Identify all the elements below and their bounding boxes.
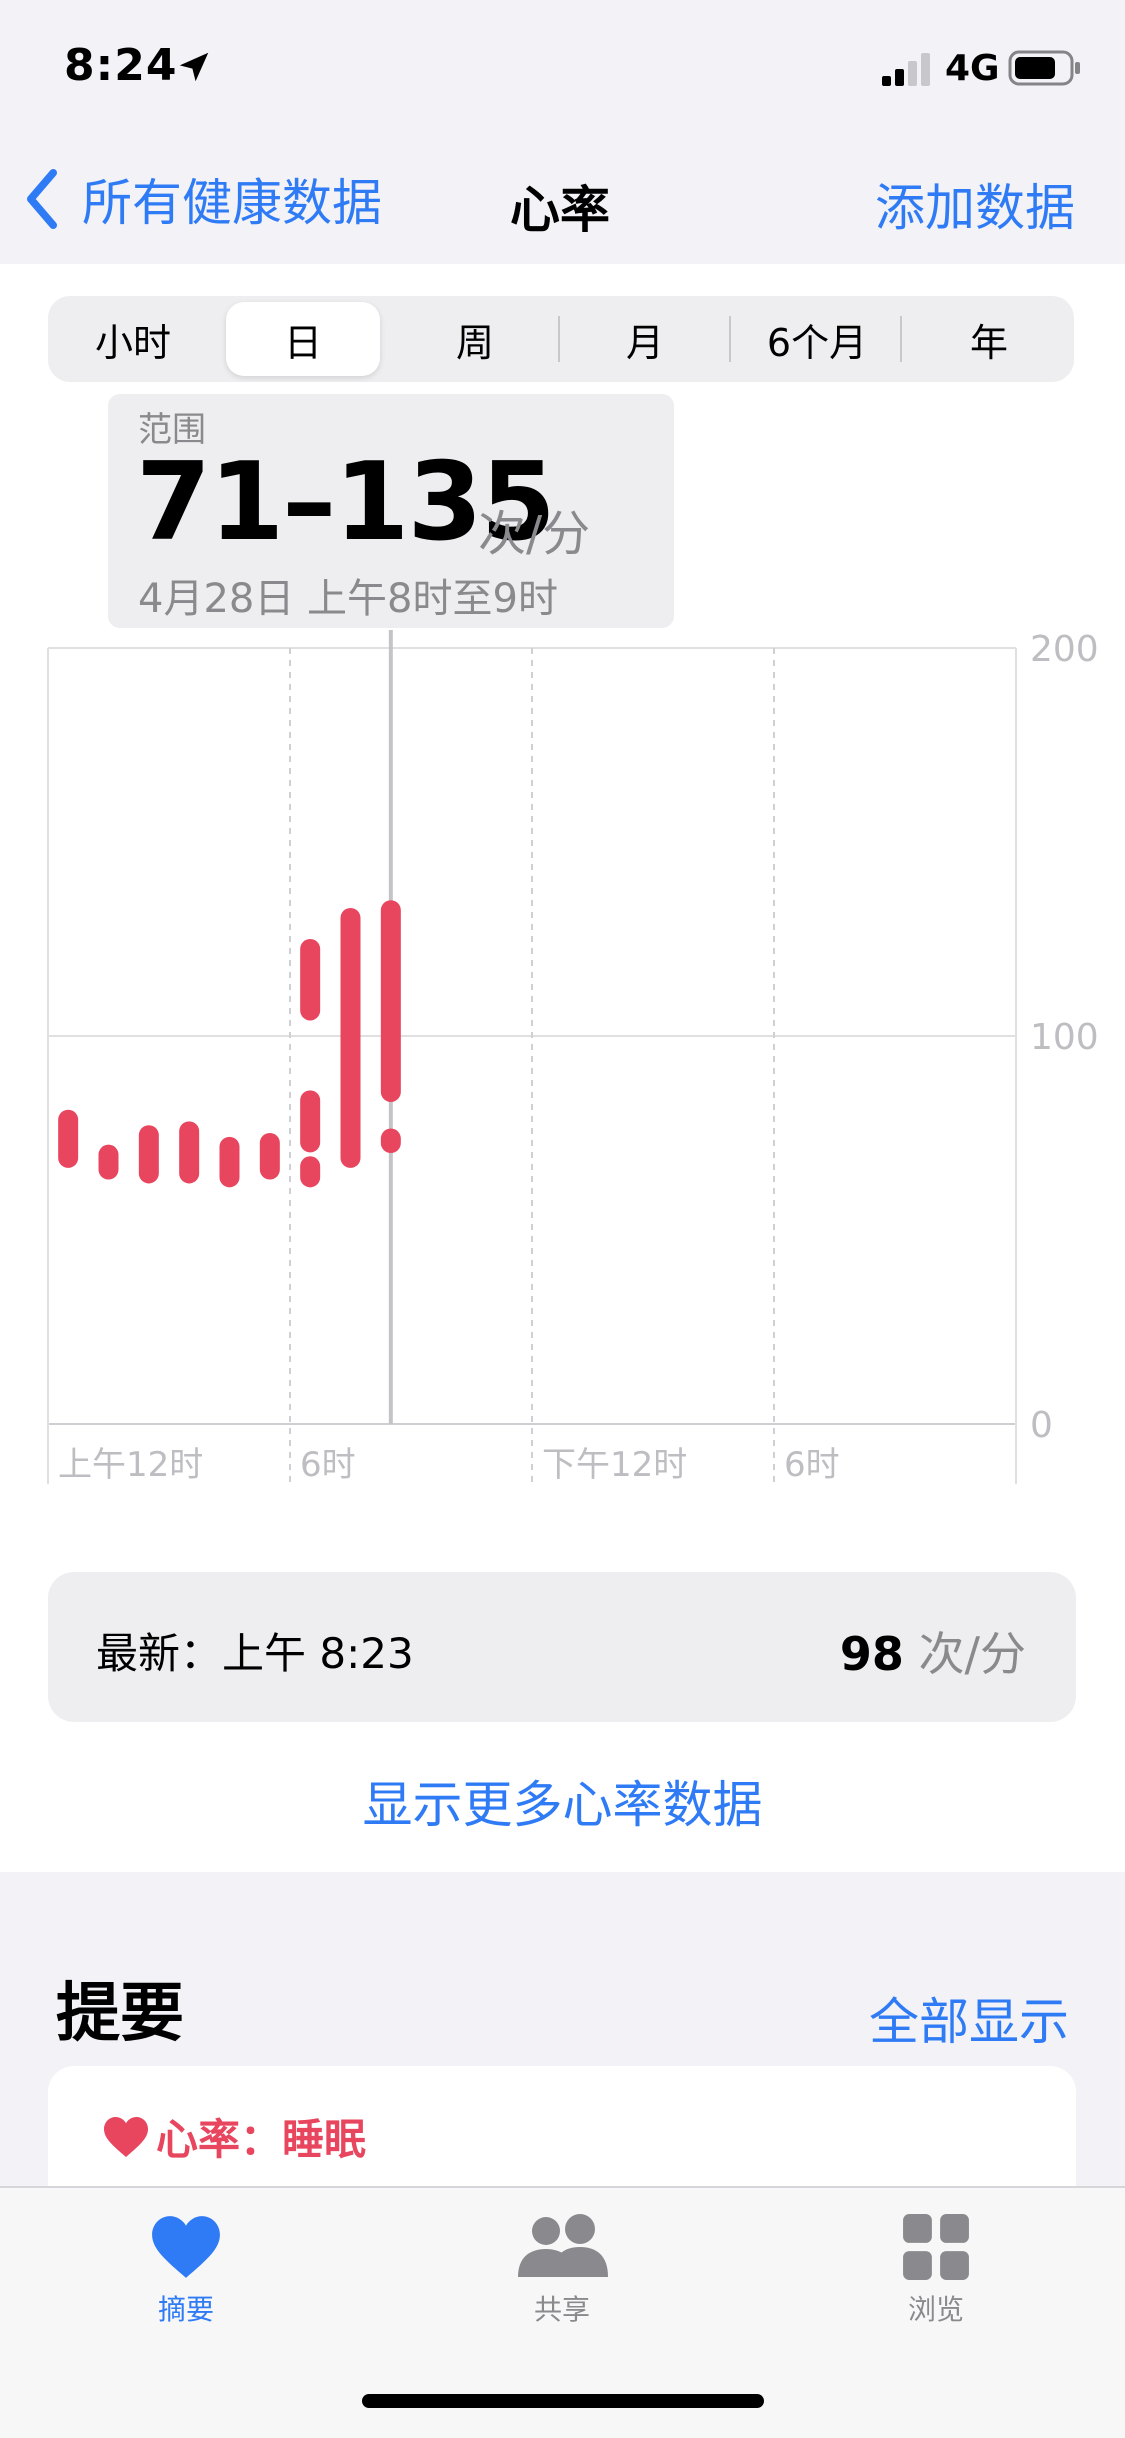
latest-bpm: 98 [839, 1627, 904, 1681]
status-time: 8:24 [64, 40, 178, 91]
location-arrow-icon [179, 52, 209, 82]
x-tick-label: 上午12时 [58, 1445, 203, 1485]
x-tick-label: 6时 [784, 1445, 840, 1485]
tab-summary[interactable]: 摘要 [86, 2212, 286, 2328]
back-button[interactable]: 所有健康数据 [22, 164, 382, 234]
segment-month[interactable]: 月 [568, 302, 722, 376]
heart-rate-chart[interactable]: 200 100 0 上午12时 6时 下午12时 6时 [0, 600, 1125, 1500]
latest-reading-card[interactable]: 最新：上午 8:23 98 次/分 [48, 1572, 1076, 1722]
show-all-button[interactable]: 全部显示 [869, 1982, 1069, 2054]
segment-year[interactable]: 年 [912, 302, 1066, 376]
chevron-left-icon [27, 169, 57, 229]
tab-sharing-label: 共享 [533, 2293, 590, 2326]
latest-value: 98 次/分 [840, 1618, 1026, 1684]
heart-rate-chart-svg: 200 100 0 上午12时 6时 下午12时 6时 [47, 629, 1099, 1485]
segment-6-months[interactable]: 6个月 [740, 302, 894, 376]
card-title-text: 心率：睡眠 [156, 2115, 367, 2164]
x-tick-label: 6时 [300, 1445, 356, 1485]
y-tick-label: 0 [1030, 1405, 1053, 1446]
tab-browse[interactable]: 浏览 [836, 2212, 1036, 2328]
back-label: 所有健康数据 [82, 174, 382, 232]
segment-divider [558, 316, 560, 362]
segment-divider [729, 316, 731, 362]
y-tick-label: 200 [1030, 629, 1099, 670]
tab-sharing[interactable]: 共享 [462, 2212, 662, 2328]
segment-divider [900, 316, 902, 362]
people-icon [518, 2214, 608, 2277]
tab-browse-label: 浏览 [907, 2293, 964, 2326]
segment-day[interactable]: 日 [226, 302, 380, 376]
y-tick-label: 100 [1030, 1017, 1099, 1058]
time-range-segmented-control: 小时 日 周 月 6个月 年 [48, 296, 1074, 382]
segment-week[interactable]: 周 [398, 302, 552, 376]
tab-summary-label: 摘要 [157, 2293, 214, 2326]
page-title: 心率 [510, 181, 610, 239]
grid-icon [903, 2214, 969, 2280]
latest-label: 最新：上午 8:23 [96, 1629, 414, 1678]
heart-icon [104, 2116, 148, 2157]
range-unit: 次/分 [478, 506, 591, 562]
heart-icon [152, 2216, 220, 2278]
network-type: 4G [945, 48, 1000, 89]
cellular-signal-icon [882, 53, 930, 86]
add-data-button[interactable]: 添加数据 [875, 168, 1075, 240]
range-time: 4月28日 上午8时至9时 [138, 576, 558, 622]
home-indicator [362, 2394, 764, 2408]
heart-rate-sleep-title: 心率：睡眠 [102, 2106, 366, 2167]
show-more-heart-rate-link[interactable]: 显示更多心率数据 [0, 1765, 1125, 1837]
range-summary-card: 范围 71–135 次/分 4月28日 上午8时至9时 [108, 394, 674, 628]
summary-heading: 提要 [56, 1977, 184, 2051]
battery-icon [1008, 50, 1080, 86]
segment-hour[interactable]: 小时 [56, 302, 210, 376]
latest-unit: 次/分 [918, 1627, 1027, 1681]
x-tick-label: 下午12时 [542, 1445, 687, 1485]
